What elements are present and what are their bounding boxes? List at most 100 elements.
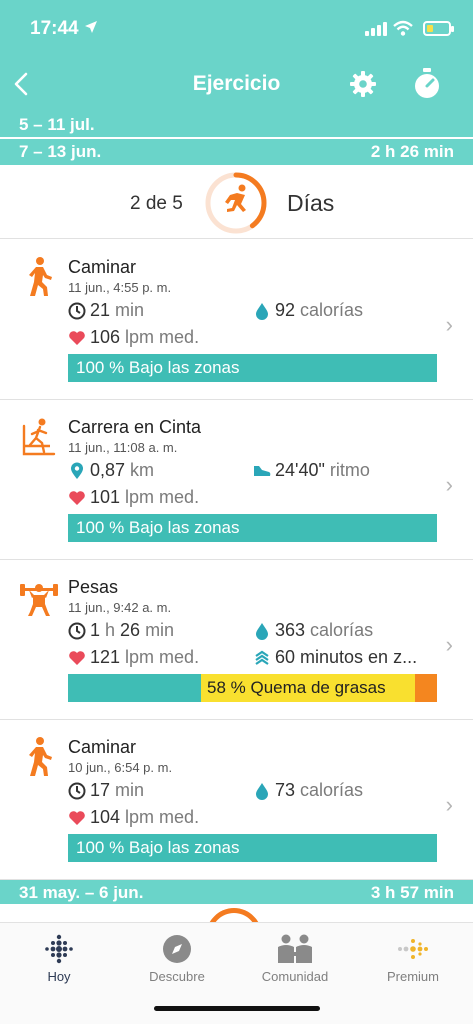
activity-card[interactable]: Pesas 11 jun., 9:42 a. m. 1h 26 min 363 ca… (0, 560, 473, 720)
heart-rate-value: 101 (90, 487, 121, 507)
heart-zone-bar: 58 % Quema de grasas (68, 674, 437, 702)
duration-unit: min (115, 780, 145, 800)
status-time: 17:44 (30, 18, 79, 39)
heart-icon (68, 329, 86, 347)
week-header-jul[interactable]: 5 – 11 jul. (0, 112, 473, 138)
walking-icon (20, 256, 58, 298)
heart-zone-bar: 100 % Bajo las zonas (68, 514, 437, 542)
heart-rate-value: 106 (90, 327, 121, 347)
pace-value: 24'40" (275, 460, 325, 480)
zone-label: 100 % Bajo las zonas (76, 838, 240, 857)
pace-stat: 24'40" ritmo (253, 460, 370, 481)
zone-minutes-icon (253, 649, 271, 667)
zone-label: 100 % Bajo las zonas (76, 518, 240, 537)
weekly-days-summary: 2 de 5 Días (0, 164, 473, 239)
clock-icon (68, 622, 86, 640)
compass-icon (118, 931, 236, 967)
activity-date: 11 jun., 9:42 a. m. (68, 600, 172, 615)
gear-icon[interactable] (349, 70, 377, 103)
zone-minutes-text: 60 minutos en z... (275, 647, 418, 667)
week-range: 7 – 13 jun. (19, 142, 102, 161)
activity-date: 11 jun., 11:08 a. m. (68, 440, 178, 455)
battery-icon (423, 21, 454, 36)
days-progress-ring (204, 171, 268, 240)
calories-unit: calorías (300, 780, 364, 800)
duration-unit: min (115, 300, 145, 320)
activity-card[interactable]: Caminar 11 jun., 4:55 p. m. 21 min 92 calo… (0, 240, 473, 400)
calories-stat: 73 calorías (253, 780, 363, 801)
fat-burn-segment: 58 % Quema de grasas (201, 674, 415, 702)
activity-card[interactable]: Carrera en Cinta 11 jun., 11:08 a. m. 0,… (0, 400, 473, 560)
cardio-segment (415, 674, 437, 702)
location-arrow-icon (84, 20, 98, 39)
week-duration: 2 h 26 min (370, 142, 454, 161)
heart-icon (68, 489, 86, 507)
premium-dots-icon (354, 931, 472, 967)
activity-date: 11 jun., 4:55 p. m. (68, 280, 172, 295)
calories-stat: 92 calorías (253, 300, 363, 321)
week-range: 5 – 11 jul. (19, 115, 95, 134)
duration-value: 17 (90, 780, 111, 800)
calories-drop-icon (253, 782, 271, 800)
tab-community[interactable]: Comunidad (236, 931, 354, 984)
duration-minutes-unit: min (145, 620, 175, 640)
heart-rate-value: 104 (90, 807, 121, 827)
activity-name: Caminar (68, 737, 137, 757)
pace-unit: ritmo (329, 460, 370, 480)
page-title: Ejercicio (192, 72, 281, 95)
duration-stat: 21 min (68, 300, 144, 321)
zone-minutes-stat: 60 minutos en z... (253, 647, 417, 668)
tab-premium[interactable]: Premium (354, 931, 472, 984)
chevron-right-icon: › (445, 792, 453, 817)
calories-unit: calorías (300, 300, 364, 320)
heart-rate-stat: 106 lpm med. (68, 327, 199, 348)
duration-stat: 1h 26 min (68, 620, 174, 641)
tab-label: Hoy (47, 969, 71, 984)
calories-drop-icon (253, 302, 271, 320)
duration-hours-value: 1 (90, 620, 101, 640)
duration-stat: 17 min (68, 780, 144, 801)
days-label: Días (287, 190, 335, 216)
activity-name: Pesas (68, 577, 119, 597)
distance-value: 0,87 (90, 460, 126, 480)
activity-date: 10 jun., 6:54 p. m. (68, 760, 173, 775)
tab-label: Comunidad (261, 969, 329, 984)
cell-signal-icon (365, 22, 387, 36)
weightlifting-icon (20, 576, 58, 618)
heart-rate-unit: lpm med. (125, 807, 200, 827)
heart-zone-bar: 100 % Bajo las zonas (68, 354, 437, 382)
heart-zone-bar: 100 % Bajo las zonas (68, 834, 437, 862)
calories-stat: 363 calorías (253, 620, 373, 641)
clock-icon (68, 302, 86, 320)
heart-rate-value: 121 (90, 647, 121, 667)
stopwatch-icon[interactable] (413, 68, 441, 105)
calories-value: 92 (275, 300, 296, 320)
activity-name: Carrera en Cinta (68, 417, 202, 437)
status-bar: 17:44 (0, 0, 473, 58)
zone-label: 100 % Bajo las zonas (76, 358, 240, 377)
tab-label: Premium (386, 969, 439, 984)
tab-label: Descubre (149, 969, 205, 984)
calories-value: 363 (275, 620, 306, 640)
shoe-icon (253, 462, 271, 480)
week-header-jun[interactable]: 7 – 13 jun. 2 h 26 min (0, 139, 473, 165)
heart-rate-stat: 101 lpm med. (68, 487, 199, 508)
distance-unit: km (130, 460, 155, 480)
today-dots-icon (0, 931, 118, 967)
wifi-icon (393, 20, 413, 41)
heart-rate-stat: 104 lpm med. (68, 807, 199, 828)
duration-hours-unit: h (105, 620, 116, 640)
week-range: 31 may. – 6 jun. (19, 883, 144, 902)
days-count: 2 de 5 (130, 193, 183, 214)
heart-rate-unit: lpm med. (125, 327, 200, 347)
tab-discover[interactable]: Descubre (118, 931, 236, 984)
community-icon (236, 931, 354, 967)
chevron-right-icon: › (445, 632, 453, 657)
calories-value: 73 (275, 780, 296, 800)
week-header-may-jun[interactable]: 31 may. – 6 jun. 3 h 57 min (0, 880, 473, 906)
chevron-right-icon: › (445, 312, 453, 337)
chevron-right-icon: › (445, 472, 453, 497)
activity-card[interactable]: Caminar 10 jun., 6:54 p. m. 17 min 73 calo… (0, 720, 473, 880)
tab-today[interactable]: Hoy (0, 931, 118, 984)
calories-unit: calorías (310, 620, 374, 640)
